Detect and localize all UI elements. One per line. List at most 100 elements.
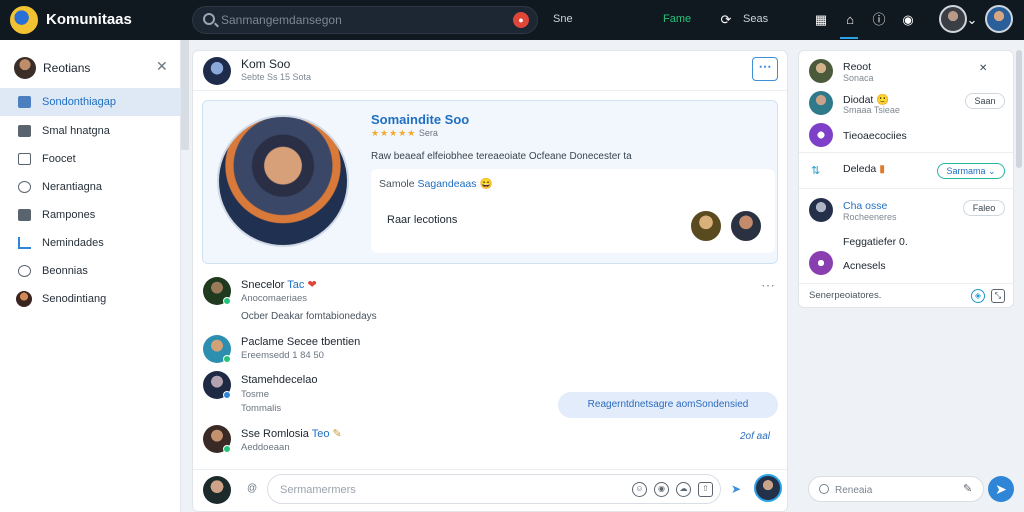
- avatar[interactable]: [689, 209, 723, 243]
- sidebar-item-label: Nerantiagna: [42, 181, 102, 193]
- panel-footer: Senerpeoiatores. ◈ ⤡: [799, 283, 1013, 307]
- message-meta: Anocomaeriaes: [241, 293, 308, 304]
- channel-avatar[interactable]: [203, 57, 231, 85]
- sidebar-item-label: Rampones: [42, 209, 96, 221]
- sidebar-item-1[interactable]: Smal hnatgna: [0, 117, 181, 145]
- chat-search[interactable]: ✎: [808, 476, 984, 502]
- message-bubble[interactable]: Reagerntdnetsagre aomSondensied: [558, 392, 778, 418]
- close-icon[interactable]: ✕: [979, 63, 987, 74]
- sidebar-header-label: Reotians: [43, 61, 91, 75]
- action-button[interactable]: Faleo: [963, 200, 1005, 216]
- nav-item-1[interactable]: Sne: [553, 13, 573, 25]
- list-item[interactable]: ⇅ Deleda ▮ Sarmama ⌄: [799, 161, 1013, 187]
- global-search[interactable]: ●: [192, 6, 538, 34]
- message-input[interactable]: [280, 481, 610, 499]
- message-author: Paclame Secee tbentien: [241, 336, 361, 348]
- sidebar-item-0[interactable]: Sondonthiagap: [0, 88, 181, 116]
- message-field[interactable]: ☺ ◉ ☁ ⇧: [267, 474, 721, 504]
- avatar: [809, 59, 833, 83]
- app-title: Komunitaas: [46, 11, 132, 28]
- home-icon[interactable]: ⌂: [840, 10, 860, 30]
- list-item[interactable]: Cha osse Rocheeneres Faleo: [799, 198, 1013, 224]
- nav-item-3[interactable]: Seas: [743, 13, 768, 25]
- like-icon[interactable]: ⇧: [698, 482, 713, 497]
- app-logo[interactable]: [10, 6, 38, 34]
- grid-icon[interactable]: ▦: [811, 10, 831, 30]
- emoji-icon[interactable]: ☺: [632, 482, 647, 497]
- profile-avatar[interactable]: [985, 5, 1013, 33]
- globe-icon[interactable]: ◈: [971, 289, 985, 303]
- row-title: Deleda ▮: [843, 163, 885, 175]
- sample-highlight[interactable]: Sagandeaas: [418, 178, 477, 190]
- list-item[interactable]: Snecelor Tac ❤ Anocomaeriaes Ocber Deaka…: [193, 277, 787, 322]
- message-meta: Aeddoeaan: [241, 442, 290, 453]
- sidebar-item-6[interactable]: Beonnias: [0, 257, 181, 285]
- search-input[interactable]: [221, 11, 501, 29]
- profile-inner-card: Samole Sagandeaas 😄 Raar lecotions: [371, 169, 775, 253]
- sample-prefix: Samole: [379, 178, 415, 190]
- chart-icon: ⇅: [811, 165, 821, 177]
- sidebar-item-label: Nemindades: [42, 237, 104, 249]
- smile-emoji-icon: 😄: [479, 178, 493, 190]
- info-icon[interactable]: ⓘ: [869, 10, 889, 30]
- more-options-button[interactable]: ⋯: [752, 57, 778, 81]
- sidebar-scrollbar[interactable]: [181, 40, 189, 150]
- list-item[interactable]: Acnesels: [799, 251, 1013, 277]
- divider: [799, 188, 1013, 189]
- send-icon[interactable]: ➤: [731, 482, 741, 496]
- message-meta: Tosme: [241, 389, 269, 400]
- active-tab-indicator: [840, 37, 858, 39]
- action-button[interactable]: Saan: [965, 93, 1005, 109]
- sidebar-item-2[interactable]: Foocet: [0, 145, 181, 173]
- close-icon[interactable]: ✕: [156, 58, 168, 75]
- list-item[interactable]: Sse Romlosia Teo ✎ Aeddoeaan: [193, 425, 787, 457]
- message-author: Stamehdecelao: [241, 374, 318, 386]
- avatar: [14, 57, 36, 79]
- edit-icon[interactable]: ✎: [963, 482, 972, 495]
- channel-subtitle: Sebte Ss 15 Sota: [241, 72, 312, 82]
- info-icon: [18, 265, 31, 277]
- sidebar-item-4[interactable]: Rampones: [0, 201, 181, 229]
- row-title: Tieoaecociies: [843, 130, 907, 142]
- avatar: [16, 291, 32, 307]
- list-item[interactable]: Tieoaecociies: [799, 123, 1013, 149]
- mention-icon[interactable]: @: [247, 483, 257, 494]
- sidebar-item-7[interactable]: Senodintiang: [0, 285, 181, 313]
- refresh-icon[interactable]: ⟳: [716, 10, 736, 30]
- top-bar: Komunitaas ● Sne Fame ⟳ Seas ▦ ⌂ ⓘ ◉ ⌄: [0, 0, 1024, 40]
- list-item[interactable]: Paclame Secee tbentien Ereemsedd 1 84 50: [193, 335, 787, 365]
- list-item[interactable]: Reoot Sonaca ✕: [799, 59, 1013, 85]
- sidebar: Reotians ✕ Sondonthiagap Smal hnatgna Fo…: [0, 40, 181, 512]
- row-subtitle: Rocheeneres: [843, 212, 897, 222]
- read-label[interactable]: Raar lecotions: [387, 214, 457, 226]
- sidebar-item-5[interactable]: Nemindades: [0, 229, 181, 257]
- profile-name[interactable]: Somaindite Soo: [371, 112, 469, 127]
- message-author: Sse Romlosia Teo ✎: [241, 428, 342, 440]
- sidebar-item-label: Sondonthiagap: [42, 96, 117, 108]
- chat-search-input[interactable]: [835, 482, 955, 498]
- user-icon: [18, 181, 31, 193]
- right-scrollbar[interactable]: [1016, 50, 1022, 168]
- cloud-icon[interactable]: ☁: [676, 482, 691, 497]
- profile-card: Somaindite Soo ★★★★★ Sera Raw beaeaf elf…: [202, 100, 778, 264]
- nav-item-2[interactable]: Fame: [663, 13, 691, 25]
- sidebar-item-3[interactable]: Nerantiagna: [0, 173, 181, 201]
- message-more-button[interactable]: ⋯: [761, 277, 775, 294]
- avatar: [809, 91, 833, 115]
- lock-icon[interactable]: ◉: [898, 10, 918, 30]
- camera-icon[interactable]: ◉: [654, 482, 669, 497]
- mic-icon[interactable]: ●: [513, 12, 529, 28]
- chevron-down-icon[interactable]: ⌄: [962, 10, 982, 30]
- action-button[interactable]: Sarmama ⌄: [937, 163, 1005, 179]
- timestamp: 2of aal: [740, 431, 771, 442]
- online-indicator: [223, 445, 231, 453]
- avatar: [809, 251, 833, 275]
- current-user-avatar[interactable]: [754, 474, 782, 502]
- list-item[interactable]: Diodat 🙂 Smaaa Tsieae Saan: [799, 91, 1013, 117]
- compose-button[interactable]: ➤: [988, 476, 1014, 502]
- avatar[interactable]: [729, 209, 763, 243]
- sidebar-header: Reotians ✕: [0, 56, 181, 80]
- row-title: Reoot: [843, 61, 872, 73]
- expand-icon[interactable]: ⤡: [991, 289, 1005, 303]
- avatar: [809, 198, 833, 222]
